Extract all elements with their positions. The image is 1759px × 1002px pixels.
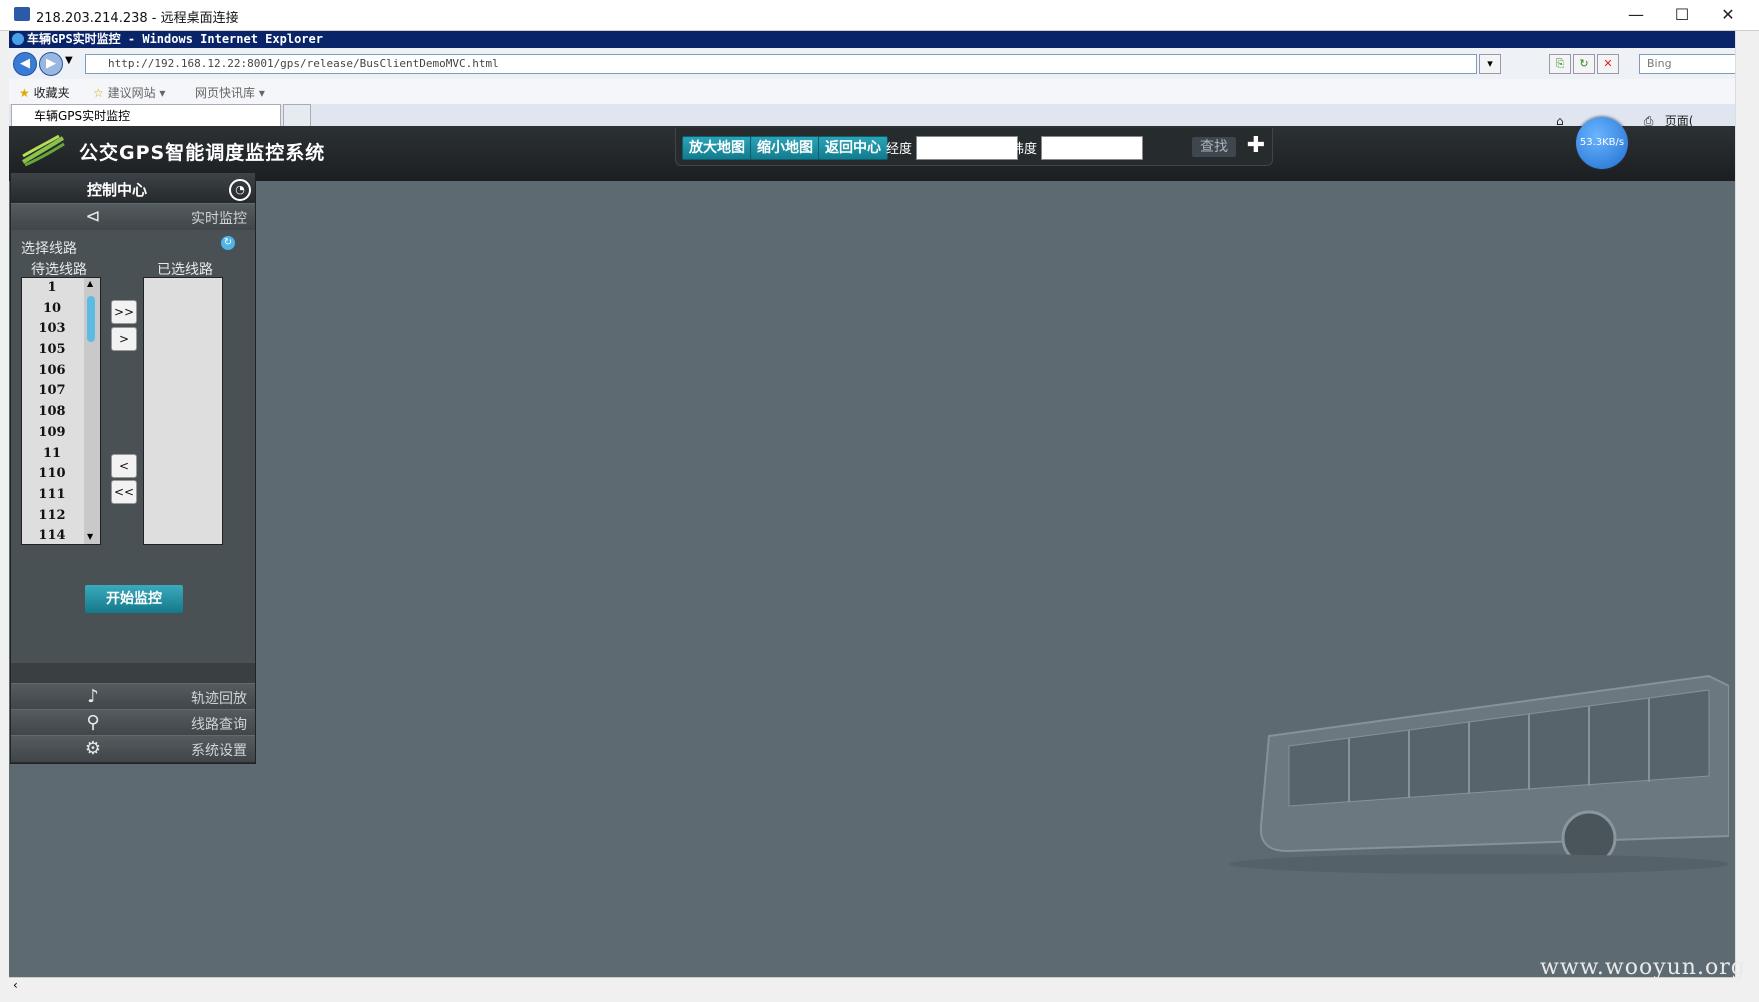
ie-window-title: 车辆GPS实时监控 - Windows Internet Explorer [27, 32, 323, 46]
search-input[interactable]: Bing [1639, 54, 1737, 74]
ie-title-bar: 车辆GPS实时监控 - Windows Internet Explorer [9, 31, 1735, 48]
section-settings[interactable]: ⚙ 系统设置 [11, 735, 255, 763]
route-item[interactable]: 110 [22, 464, 82, 485]
share-network-icon: ⊲ [85, 206, 101, 227]
rdp-window-title: 218.203.214.238 - 远程桌面连接 [36, 11, 239, 26]
longitude-input[interactable] [916, 136, 1018, 160]
route-item[interactable]: 11 [22, 444, 82, 465]
move-left-button[interactable]: < [111, 454, 137, 478]
playback-icon: ♪ [87, 686, 99, 707]
maximize-button[interactable]: ☐ [1662, 4, 1702, 26]
back-to-center-button[interactable]: 返回中心 [818, 136, 888, 160]
select-route-label: 选择线路 [21, 241, 77, 257]
route-item[interactable]: 106 [22, 361, 82, 382]
scroll-left-icon[interactable]: ‹ [13, 978, 18, 992]
favorites-bar: ★ 收藏夹 ☆ 建议网站 ▾ 网页快讯库 ▾ [9, 79, 1735, 105]
address-bar-row: ◀ ▶ ▼ http://192.168.12.22:8001/gps/rele… [9, 49, 1737, 80]
collapse-panel-icon[interactable]: ◔ [229, 179, 251, 201]
forward-button[interactable]: ▶ [39, 52, 63, 76]
address-input[interactable]: http://192.168.12.22:8001/gps/release/Bu… [85, 54, 1477, 74]
section-realtime[interactable]: ⊲ 实时监控 [11, 203, 255, 231]
route-item[interactable]: 108 [22, 402, 82, 423]
ie-logo-icon [12, 33, 24, 45]
web-slice-gallery-link[interactable]: 网页快讯库 ▾ [195, 84, 265, 101]
route-item[interactable]: 111 [22, 485, 82, 506]
panel-header: 控制中心 ◔ [11, 173, 255, 203]
route-item[interactable]: 10 [22, 299, 82, 320]
horizontal-scrollbar[interactable]: ‹ [9, 977, 1735, 995]
section-realtime-label: 实时监控 [191, 211, 247, 227]
realtime-monitor-body: 选择线路 ↻ 待选线路 已选线路 1 10 103 105 106 107 10… [11, 230, 255, 663]
add-favorite-icon: ☆ [93, 86, 104, 100]
network-speed-badge: 53.3KB/s [1576, 117, 1628, 169]
route-item[interactable]: 105 [22, 340, 82, 361]
star-icon: ★ [19, 86, 30, 100]
zoom-in-map-button[interactable]: 放大地图 [682, 136, 752, 160]
app-logo-icon [21, 134, 65, 166]
section-route-query-label: 线路查询 [191, 717, 247, 733]
stop-icon[interactable]: ✕ [1597, 54, 1619, 74]
selected-routes-header: 已选线路 [157, 262, 213, 278]
gear-icon: ⚙ [84, 738, 102, 759]
map-toolbar: 放大地图 缩小地图 返回中心 经度 纬度 查找 ✚ [675, 128, 1273, 166]
route-item[interactable]: 114 [22, 526, 82, 544]
close-button[interactable]: ✕ [1708, 4, 1748, 26]
section-playback[interactable]: ♪ 轨迹回放 [11, 683, 255, 711]
panel-title: 控制中心 [87, 181, 148, 199]
route-item[interactable]: 103 [22, 319, 82, 340]
section-settings-label: 系统设置 [191, 743, 247, 759]
web-app: 公交GPS智能调度监控系统 放大地图 缩小地图 返回中心 经度 纬度 查找 ✚ … [9, 117, 1735, 977]
app-title: 公交GPS智能调度监控系统 [79, 142, 326, 164]
refresh-icon[interactable]: ↻ [1573, 54, 1595, 74]
latitude-label: 纬度 [1011, 142, 1038, 157]
rdp-title-bar: 218.203.214.238 - 远程桌面连接 — ☐ ✕ [0, 0, 1759, 31]
refresh-routes-icon[interactable]: ↻ [221, 236, 235, 250]
zoom-out-map-button[interactable]: 缩小地图 [750, 136, 820, 160]
longitude-label: 经度 [886, 142, 913, 157]
pending-routes-header: 待选线路 [31, 262, 87, 278]
favorites-button[interactable]: ★ 收藏夹 [19, 84, 70, 101]
find-button[interactable]: 查找 [1192, 137, 1236, 157]
move-all-left-button[interactable]: << [111, 480, 137, 504]
suggested-sites-link[interactable]: ☆ 建议网站 ▾ [93, 84, 165, 101]
magnifier-icon: ⚲ [86, 712, 100, 733]
route-item[interactable]: 107 [22, 381, 82, 402]
scroll-down-icon[interactable]: ▼ [87, 532, 93, 541]
history-dropdown-icon[interactable]: ▼ [65, 55, 73, 66]
pending-routes-list[interactable]: 1 10 103 105 106 107 108 109 11 110 111 … [21, 277, 101, 545]
compat-view-icon[interactable]: ⎘ [1549, 54, 1571, 74]
bus-background-image [1229, 674, 1729, 874]
section-playback-label: 轨迹回放 [191, 691, 247, 707]
route-item[interactable]: 112 [22, 506, 82, 527]
tab-bar: 车辆GPS实时监控 [9, 104, 1735, 128]
scroll-up-icon[interactable]: ▲ [87, 279, 93, 288]
toolbar-settings-icon[interactable]: ✚ [1244, 134, 1268, 158]
control-panel: 控制中心 ◔ ⊲ 实时监控 选择线路 ↻ 待选线路 已选线路 1 10 103 … [10, 172, 256, 764]
route-list-scrollbar[interactable]: ▲ ▼ [84, 278, 100, 544]
scroll-thumb[interactable] [87, 296, 95, 342]
watermark-text: www.wooyun.org [1540, 955, 1746, 980]
minimize-button[interactable]: — [1616, 4, 1656, 26]
window-vertical-scrollbar[interactable] [1735, 31, 1752, 977]
new-tab-button[interactable] [283, 104, 311, 128]
remote-desktop-icon [14, 7, 30, 21]
route-item[interactable]: 109 [22, 423, 82, 444]
tab-active[interactable]: 车辆GPS实时监控 [11, 104, 281, 127]
move-right-button[interactable]: > [111, 327, 137, 351]
selected-routes-list[interactable] [143, 277, 223, 545]
section-route-query[interactable]: ⚲ 线路查询 [11, 709, 255, 737]
back-button[interactable]: ◀ [13, 52, 37, 76]
app-header: 公交GPS智能调度监控系统 放大地图 缩小地图 返回中心 经度 纬度 查找 ✚ [9, 126, 1735, 181]
route-item[interactable]: 1 [22, 278, 82, 299]
start-monitor-button[interactable]: 开始监控 [85, 585, 183, 613]
move-all-right-button[interactable]: >> [111, 300, 137, 324]
address-dropdown-icon[interactable]: ▾ [1479, 54, 1501, 74]
latitude-input[interactable] [1041, 136, 1143, 160]
